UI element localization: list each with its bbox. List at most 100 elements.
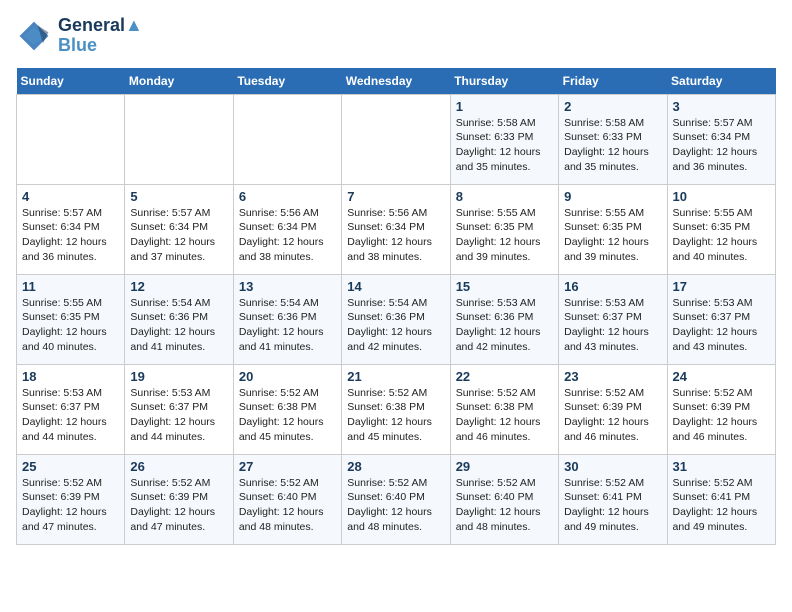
logo-text: General▲ Blue	[58, 16, 143, 56]
day-number: 26	[130, 459, 227, 474]
day-number: 13	[239, 279, 336, 294]
day-number: 2	[564, 99, 661, 114]
day-number: 4	[22, 189, 119, 204]
calendar-cell: 29 Sunrise: 5:52 AM Sunset: 6:40 PM Dayli…	[450, 454, 558, 544]
day-info: Sunrise: 5:55 AM Sunset: 6:35 PM Dayligh…	[22, 296, 119, 355]
day-number: 23	[564, 369, 661, 384]
day-number: 17	[673, 279, 770, 294]
calendar-cell: 8 Sunrise: 5:55 AM Sunset: 6:35 PM Daylig…	[450, 184, 558, 274]
calendar-cell: 18 Sunrise: 5:53 AM Sunset: 6:37 PM Dayli…	[17, 364, 125, 454]
calendar-cell: 25Sunrise: 5:52 AM Sunset: 6:39 PM Dayli…	[17, 454, 125, 544]
day-number: 1	[456, 99, 553, 114]
calendar-cell: 5 Sunrise: 5:57 AM Sunset: 6:34 PM Daylig…	[125, 184, 233, 274]
day-info: Sunrise: 5:52 AM Sunset: 6:39 PM Dayligh…	[130, 476, 227, 535]
day-info: Sunrise: 5:52 AM Sunset: 6:40 PM Dayligh…	[347, 476, 444, 535]
day-info: Sunrise: 5:56 AM Sunset: 6:34 PM Dayligh…	[347, 206, 444, 265]
day-number: 15	[456, 279, 553, 294]
day-info: Sunrise: 5:54 AM Sunset: 6:36 PM Dayligh…	[130, 296, 227, 355]
weekday-header-friday: Friday	[559, 68, 667, 95]
day-info: Sunrise: 5:52 AM Sunset: 6:39 PM Dayligh…	[673, 386, 770, 445]
day-info: Sunrise: 5:57 AM Sunset: 6:34 PM Dayligh…	[673, 116, 770, 175]
day-info: Sunrise: 5:55 AM Sunset: 6:35 PM Dayligh…	[456, 206, 553, 265]
day-number: 22	[456, 369, 553, 384]
calendar-cell: 12 Sunrise: 5:54 AM Sunset: 6:36 PM Dayli…	[125, 274, 233, 364]
day-info: Sunrise: 5:52 AM Sunset: 6:41 PM Dayligh…	[673, 476, 770, 535]
day-number: 29	[456, 459, 553, 474]
day-info: Sunrise: 5:55 AM Sunset: 6:35 PM Dayligh…	[564, 206, 661, 265]
weekday-header-sunday: Sunday	[17, 68, 125, 95]
calendar-cell: 31 Sunrise: 5:52 AM Sunset: 6:41 PM Dayli…	[667, 454, 775, 544]
calendar-cell: 16Sunrise: 5:53 AM Sunset: 6:37 PM Dayli…	[559, 274, 667, 364]
day-number: 3	[673, 99, 770, 114]
day-number: 6	[239, 189, 336, 204]
weekday-header-monday: Monday	[125, 68, 233, 95]
calendar-cell: 13 Sunrise: 5:54 AM Sunset: 6:36 PM Dayli…	[233, 274, 341, 364]
calendar-cell: 6 Sunrise: 5:56 AM Sunset: 6:34 PM Daylig…	[233, 184, 341, 274]
calendar-cell: 9 Sunrise: 5:55 AM Sunset: 6:35 PM Daylig…	[559, 184, 667, 274]
day-number: 27	[239, 459, 336, 474]
day-info: Sunrise: 5:53 AM Sunset: 6:37 PM Dayligh…	[673, 296, 770, 355]
calendar-cell: 17 Sunrise: 5:53 AM Sunset: 6:37 PM Dayli…	[667, 274, 775, 364]
day-number: 25	[22, 459, 119, 474]
day-number: 10	[673, 189, 770, 204]
day-number: 7	[347, 189, 444, 204]
day-number: 12	[130, 279, 227, 294]
calendar-cell: 22 Sunrise: 5:52 AM Sunset: 6:38 PM Dayli…	[450, 364, 558, 454]
page-header: General▲ Blue	[16, 16, 776, 56]
calendar-cell	[125, 94, 233, 184]
day-number: 19	[130, 369, 227, 384]
calendar-cell	[233, 94, 341, 184]
logo: General▲ Blue	[16, 16, 143, 56]
calendar-cell: 11 Sunrise: 5:55 AM Sunset: 6:35 PM Dayli…	[17, 274, 125, 364]
calendar-cell: 7 Sunrise: 5:56 AM Sunset: 6:34 PM Daylig…	[342, 184, 450, 274]
day-info: Sunrise: 5:56 AM Sunset: 6:34 PM Dayligh…	[239, 206, 336, 265]
day-info: Sunrise: 5:53 AM Sunset: 6:37 PM Dayligh…	[130, 386, 227, 445]
day-info: Sunrise: 5:52 AM Sunset: 6:39 PM Dayligh…	[564, 386, 661, 445]
day-number: 8	[456, 189, 553, 204]
calendar-cell: 15 Sunrise: 5:53 AM Sunset: 6:36 PM Dayli…	[450, 274, 558, 364]
day-info: Sunrise: 5:52 AM Sunset: 6:38 PM Dayligh…	[347, 386, 444, 445]
day-number: 14	[347, 279, 444, 294]
day-number: 11	[22, 279, 119, 294]
calendar-cell: 21 Sunrise: 5:52 AM Sunset: 6:38 PM Dayli…	[342, 364, 450, 454]
calendar-cell	[342, 94, 450, 184]
day-number: 5	[130, 189, 227, 204]
day-number: 20	[239, 369, 336, 384]
calendar-cell: 24 Sunrise: 5:52 AM Sunset: 6:39 PM Dayli…	[667, 364, 775, 454]
calendar-cell: 4 Sunrise: 5:57 AM Sunset: 6:34 PM Daylig…	[17, 184, 125, 274]
calendar-cell: 28Sunrise: 5:52 AM Sunset: 6:40 PM Dayli…	[342, 454, 450, 544]
day-info: Sunrise: 5:52 AM Sunset: 6:38 PM Dayligh…	[456, 386, 553, 445]
day-number: 31	[673, 459, 770, 474]
day-number: 18	[22, 369, 119, 384]
calendar-cell: 30 Sunrise: 5:52 AM Sunset: 6:41 PM Dayli…	[559, 454, 667, 544]
calendar-cell: 27 Sunrise: 5:52 AM Sunset: 6:40 PM Dayli…	[233, 454, 341, 544]
calendar-cell: 2 Sunrise: 5:58 AM Sunset: 6:33 PM Daylig…	[559, 94, 667, 184]
weekday-header-thursday: Thursday	[450, 68, 558, 95]
day-info: Sunrise: 5:53 AM Sunset: 6:36 PM Dayligh…	[456, 296, 553, 355]
calendar-table: SundayMondayTuesdayWednesdayThursdayFrid…	[16, 68, 776, 545]
day-info: Sunrise: 5:52 AM Sunset: 6:40 PM Dayligh…	[456, 476, 553, 535]
day-number: 9	[564, 189, 661, 204]
day-info: Sunrise: 5:58 AM Sunset: 6:33 PM Dayligh…	[456, 116, 553, 175]
day-info: Sunrise: 5:52 AM Sunset: 6:41 PM Dayligh…	[564, 476, 661, 535]
day-info: Sunrise: 5:57 AM Sunset: 6:34 PM Dayligh…	[22, 206, 119, 265]
calendar-cell: 14Sunrise: 5:54 AM Sunset: 6:36 PM Dayli…	[342, 274, 450, 364]
day-info: Sunrise: 5:57 AM Sunset: 6:34 PM Dayligh…	[130, 206, 227, 265]
day-number: 30	[564, 459, 661, 474]
day-number: 16	[564, 279, 661, 294]
logo-icon	[16, 18, 52, 54]
calendar-cell: 10Sunrise: 5:55 AM Sunset: 6:35 PM Dayli…	[667, 184, 775, 274]
calendar-cell: 1 Sunrise: 5:58 AM Sunset: 6:33 PM Daylig…	[450, 94, 558, 184]
calendar-cell: 20 Sunrise: 5:52 AM Sunset: 6:38 PM Dayli…	[233, 364, 341, 454]
calendar-cell: 23 Sunrise: 5:52 AM Sunset: 6:39 PM Dayli…	[559, 364, 667, 454]
day-number: 21	[347, 369, 444, 384]
day-number: 24	[673, 369, 770, 384]
calendar-cell: 19 Sunrise: 5:53 AM Sunset: 6:37 PM Dayli…	[125, 364, 233, 454]
day-info: Sunrise: 5:53 AM Sunset: 6:37 PM Dayligh…	[22, 386, 119, 445]
day-info: Sunrise: 5:52 AM Sunset: 6:40 PM Dayligh…	[239, 476, 336, 535]
day-info: Sunrise: 5:58 AM Sunset: 6:33 PM Dayligh…	[564, 116, 661, 175]
weekday-header-saturday: Saturday	[667, 68, 775, 95]
day-info: Sunrise: 5:52 AM Sunset: 6:38 PM Dayligh…	[239, 386, 336, 445]
day-info: Sunrise: 5:54 AM Sunset: 6:36 PM Dayligh…	[239, 296, 336, 355]
calendar-cell: 3 Sunrise: 5:57 AM Sunset: 6:34 PM Daylig…	[667, 94, 775, 184]
